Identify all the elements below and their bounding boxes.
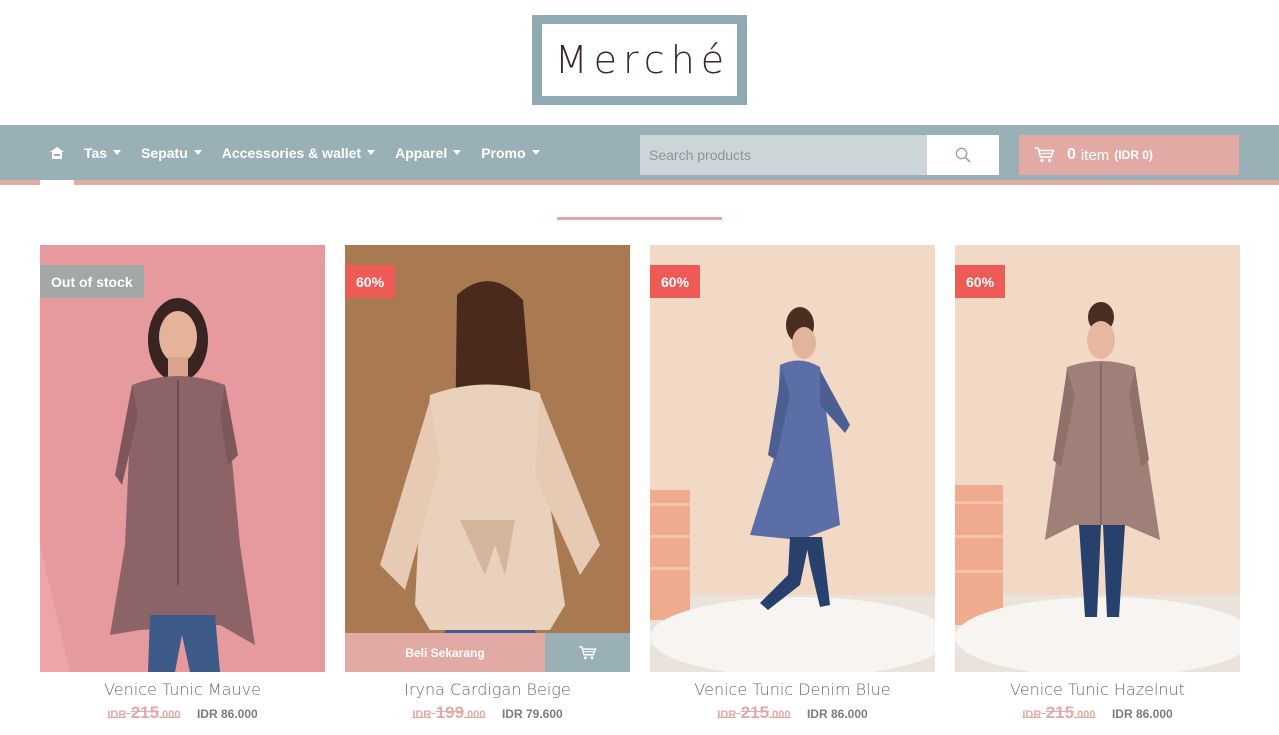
caret-down-icon bbox=[193, 150, 202, 155]
nav-item-label: Apparel bbox=[395, 144, 448, 161]
sale-price: IDR 86.000 bbox=[196, 707, 258, 721]
quick-buy-bar: Beli Sekarang bbox=[345, 633, 630, 672]
product-price: IDR 215.000 IDR 86.000 bbox=[650, 703, 935, 723]
product-photo bbox=[955, 245, 1240, 672]
caret-down-icon bbox=[453, 150, 462, 155]
cart-total: (IDR 0) bbox=[1114, 148, 1153, 162]
product-image[interactable]: Out of stock bbox=[40, 245, 325, 672]
main-nav: Tas Sepatu Accessories & wallet Apparel … bbox=[0, 125, 1279, 185]
cart-icon bbox=[578, 645, 596, 659]
sale-price: IDR 79.600 bbox=[501, 707, 563, 721]
caret-down-icon bbox=[113, 150, 122, 155]
nav-item-label: Promo bbox=[481, 144, 526, 161]
out-of-stock-badge: Out of stock bbox=[40, 265, 144, 298]
product-card[interactable]: 60% Venice Tunic Hazelnut IDR 215.000 ID… bbox=[955, 245, 1240, 723]
product-card[interactable]: 60% Venice Tunic Denim Blue IDR 215.000 … bbox=[650, 245, 935, 723]
original-price: IDR 215.000 bbox=[107, 703, 181, 722]
logo[interactable]: Merché bbox=[532, 15, 747, 105]
nav-item-promo[interactable]: Promo bbox=[471, 125, 549, 180]
cart-count: 0 bbox=[1067, 146, 1076, 163]
original-price: IDR 199.000 bbox=[412, 703, 486, 722]
buy-now-button[interactable]: Beli Sekarang bbox=[345, 633, 545, 672]
sale-price: IDR 86.000 bbox=[1111, 707, 1173, 721]
nav-item-label: Tas bbox=[84, 144, 108, 161]
logo-inner: Merché bbox=[542, 24, 737, 96]
discount-badge: 60% bbox=[650, 265, 701, 298]
nav-item-label: Sepatu bbox=[141, 144, 188, 161]
product-image[interactable]: 60% bbox=[650, 245, 935, 672]
product-price: IDR 199.000 IDR 79.600 bbox=[345, 703, 630, 723]
nav-item-label: Accessories & wallet bbox=[221, 144, 362, 161]
product-image[interactable]: 60% bbox=[955, 245, 1240, 672]
discount-badge: 60% bbox=[345, 265, 396, 298]
product-name[interactable]: Venice Tunic Mauve bbox=[40, 680, 325, 699]
nav-item-apparel[interactable]: Apparel bbox=[385, 125, 471, 180]
product-image[interactable]: 60% Beli Sekarang bbox=[345, 245, 630, 672]
original-price: IDR 215.000 bbox=[717, 703, 791, 722]
cart-label: item bbox=[1080, 146, 1110, 164]
caret-down-icon bbox=[531, 150, 540, 155]
product-card[interactable]: Out of stock Venice Tunic Mauve IDR 215.… bbox=[40, 245, 325, 723]
product-photo bbox=[650, 245, 935, 672]
search-button[interactable] bbox=[927, 135, 999, 175]
nav-item-tas[interactable]: Tas bbox=[74, 125, 131, 180]
discount-badge: 60% bbox=[955, 265, 1006, 298]
product-grid: Out of stock Venice Tunic Mauve IDR 215.… bbox=[40, 245, 1240, 723]
caret-down-icon bbox=[367, 150, 376, 155]
product-price: IDR 215.000 IDR 86.000 bbox=[40, 703, 325, 723]
product-price: IDR 215.000 IDR 86.000 bbox=[955, 703, 1240, 723]
search-bar bbox=[640, 135, 999, 175]
search-input[interactable] bbox=[640, 135, 927, 175]
nav-item-sepatu[interactable]: Sepatu bbox=[131, 125, 212, 180]
original-price: IDR 215.000 bbox=[1022, 703, 1096, 722]
product-card[interactable]: 60% Beli Sekarang Iryna Cardigan Beige I… bbox=[345, 245, 630, 723]
nav-menu: Tas Sepatu Accessories & wallet Apparel … bbox=[40, 125, 550, 185]
product-name[interactable]: Venice Tunic Denim Blue bbox=[650, 680, 935, 699]
cart-button[interactable]: 0 item (IDR 0) bbox=[1019, 135, 1239, 175]
home-icon bbox=[50, 146, 64, 159]
product-photo bbox=[40, 245, 325, 672]
product-photo bbox=[345, 245, 630, 672]
cart-icon bbox=[1035, 147, 1055, 163]
section-divider bbox=[557, 217, 722, 220]
add-to-cart-button[interactable] bbox=[545, 633, 630, 672]
nav-home[interactable] bbox=[40, 125, 74, 185]
logo-text: Merché bbox=[554, 38, 731, 82]
search-icon bbox=[955, 147, 971, 163]
product-name[interactable]: Iryna Cardigan Beige bbox=[345, 680, 630, 699]
nav-item-accessories[interactable]: Accessories & wallet bbox=[212, 125, 385, 180]
product-name[interactable]: Venice Tunic Hazelnut bbox=[955, 680, 1240, 699]
site-header: Merché bbox=[0, 0, 1279, 125]
active-indicator bbox=[40, 180, 74, 185]
sale-price: IDR 86.000 bbox=[806, 707, 868, 721]
